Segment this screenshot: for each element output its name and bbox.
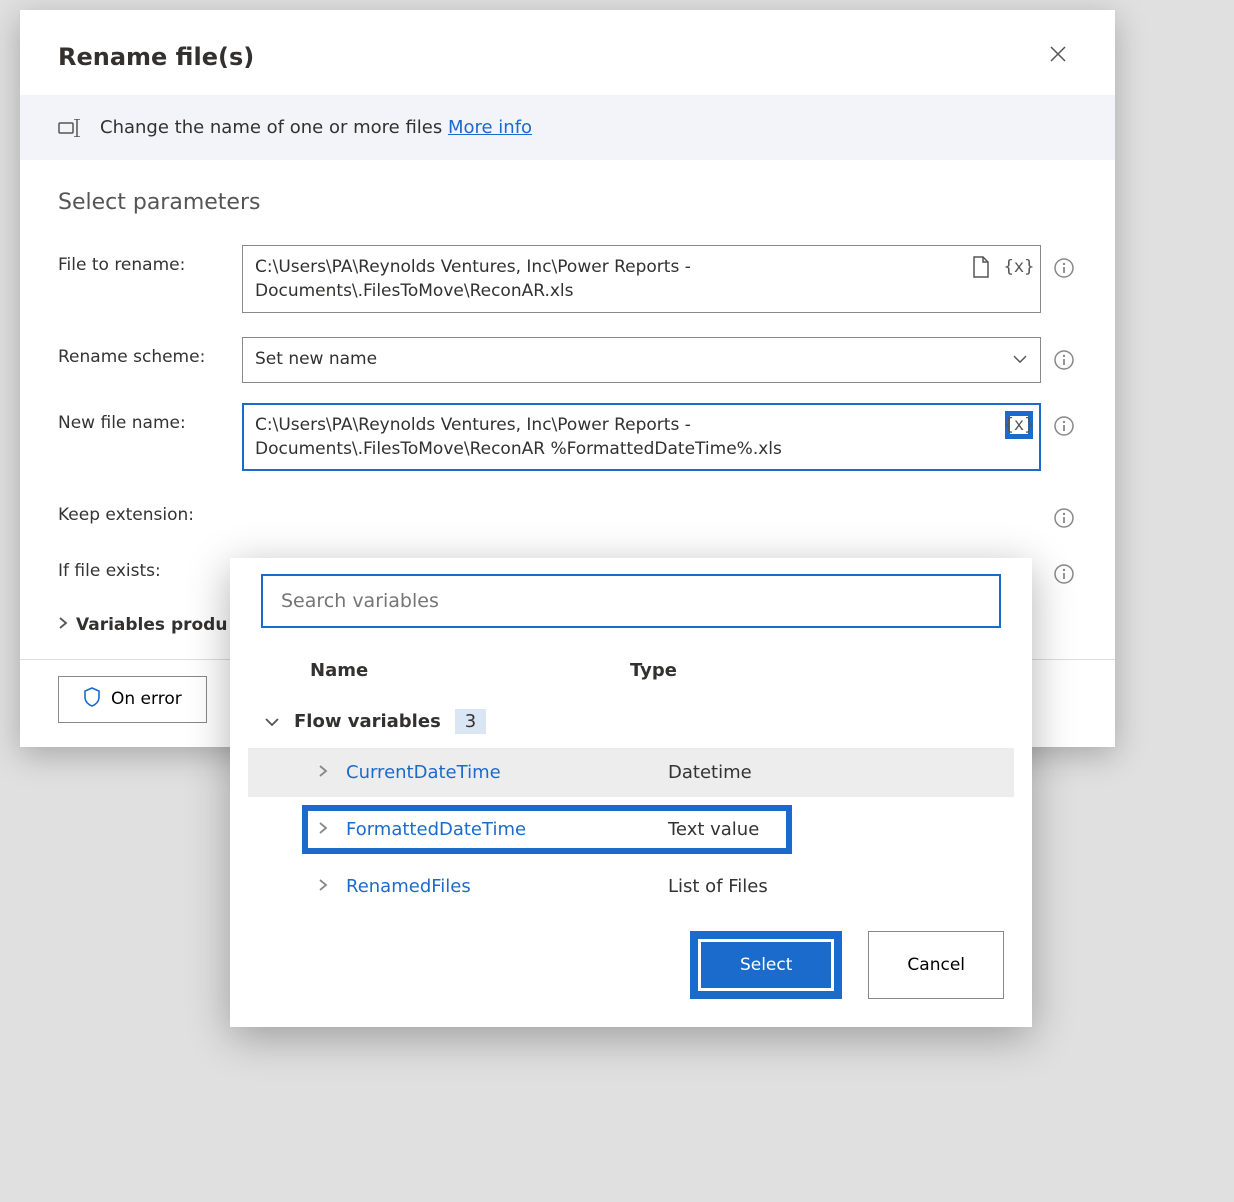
row-new-file-name: New file name: {x} bbox=[20, 393, 1115, 485]
variable-picker-popup: Name Type Flow variables 3 CurrentDateTi… bbox=[230, 558, 1032, 1027]
chevron-right-icon bbox=[318, 762, 328, 783]
info-icon[interactable] bbox=[1053, 257, 1077, 281]
select-button-highlight: Select bbox=[690, 931, 842, 999]
select-rename-scheme[interactable]: Set new name bbox=[242, 337, 1041, 383]
col-header-name: Name bbox=[260, 660, 630, 681]
banner-text: Change the name of one or more files Mor… bbox=[100, 117, 532, 138]
browse-file-icon[interactable] bbox=[967, 253, 995, 281]
rename-icon bbox=[58, 119, 82, 137]
chevron-right-icon bbox=[318, 819, 328, 840]
variable-icon[interactable]: {x} bbox=[1005, 411, 1033, 439]
info-icon[interactable] bbox=[1053, 349, 1077, 373]
dialog-title: Rename file(s) bbox=[58, 43, 254, 71]
variable-list-header: Name Type bbox=[248, 646, 1014, 695]
dialog-header: Rename file(s) bbox=[20, 10, 1115, 95]
variable-item-formatteddatetime[interactable]: FormattedDateTime Text value bbox=[248, 797, 1014, 862]
select-button[interactable]: Select bbox=[701, 942, 831, 988]
variable-picker-footer: Select Cancel bbox=[248, 911, 1014, 1003]
variable-group-flow-variables[interactable]: Flow variables 3 bbox=[248, 695, 1014, 748]
chevron-right-icon bbox=[58, 615, 68, 635]
section-title: Select parameters bbox=[20, 160, 1115, 235]
shield-icon bbox=[83, 687, 101, 712]
variable-icon[interactable]: {x} bbox=[1005, 253, 1033, 281]
chevron-down-icon bbox=[1012, 348, 1028, 372]
row-keep-extension: Keep extension: bbox=[20, 485, 1115, 541]
group-count-badge: 3 bbox=[455, 709, 486, 734]
info-icon[interactable] bbox=[1053, 563, 1077, 587]
label-new-file-name: New file name: bbox=[58, 403, 230, 433]
col-header-type: Type bbox=[630, 660, 1002, 681]
row-file-to-rename: File to rename: {x} bbox=[20, 235, 1115, 327]
input-new-file-name[interactable] bbox=[242, 403, 1041, 471]
more-info-link[interactable]: More info bbox=[448, 117, 532, 138]
variable-item-renamedfiles[interactable]: RenamedFiles List of Files bbox=[248, 862, 1014, 911]
variable-item-currentdatetime[interactable]: CurrentDateTime Datetime bbox=[248, 748, 1014, 797]
info-banner: Change the name of one or more files Mor… bbox=[20, 95, 1115, 160]
chevron-right-icon bbox=[318, 876, 328, 897]
cancel-button[interactable]: Cancel bbox=[868, 931, 1004, 999]
row-rename-scheme: Rename scheme: Set new name bbox=[20, 327, 1115, 393]
info-icon[interactable] bbox=[1053, 507, 1077, 531]
variable-search-input[interactable] bbox=[261, 574, 1001, 628]
label-if-file-exists: If file exists: bbox=[58, 551, 230, 581]
on-error-button[interactable]: On error bbox=[58, 676, 207, 723]
info-icon[interactable] bbox=[1053, 415, 1077, 439]
chevron-down-icon bbox=[260, 711, 280, 732]
label-file-to-rename: File to rename: bbox=[58, 245, 230, 275]
close-icon[interactable] bbox=[1039, 38, 1077, 75]
input-file-to-rename[interactable] bbox=[242, 245, 1041, 313]
label-keep-extension: Keep extension: bbox=[58, 495, 230, 525]
label-rename-scheme: Rename scheme: bbox=[58, 337, 230, 367]
